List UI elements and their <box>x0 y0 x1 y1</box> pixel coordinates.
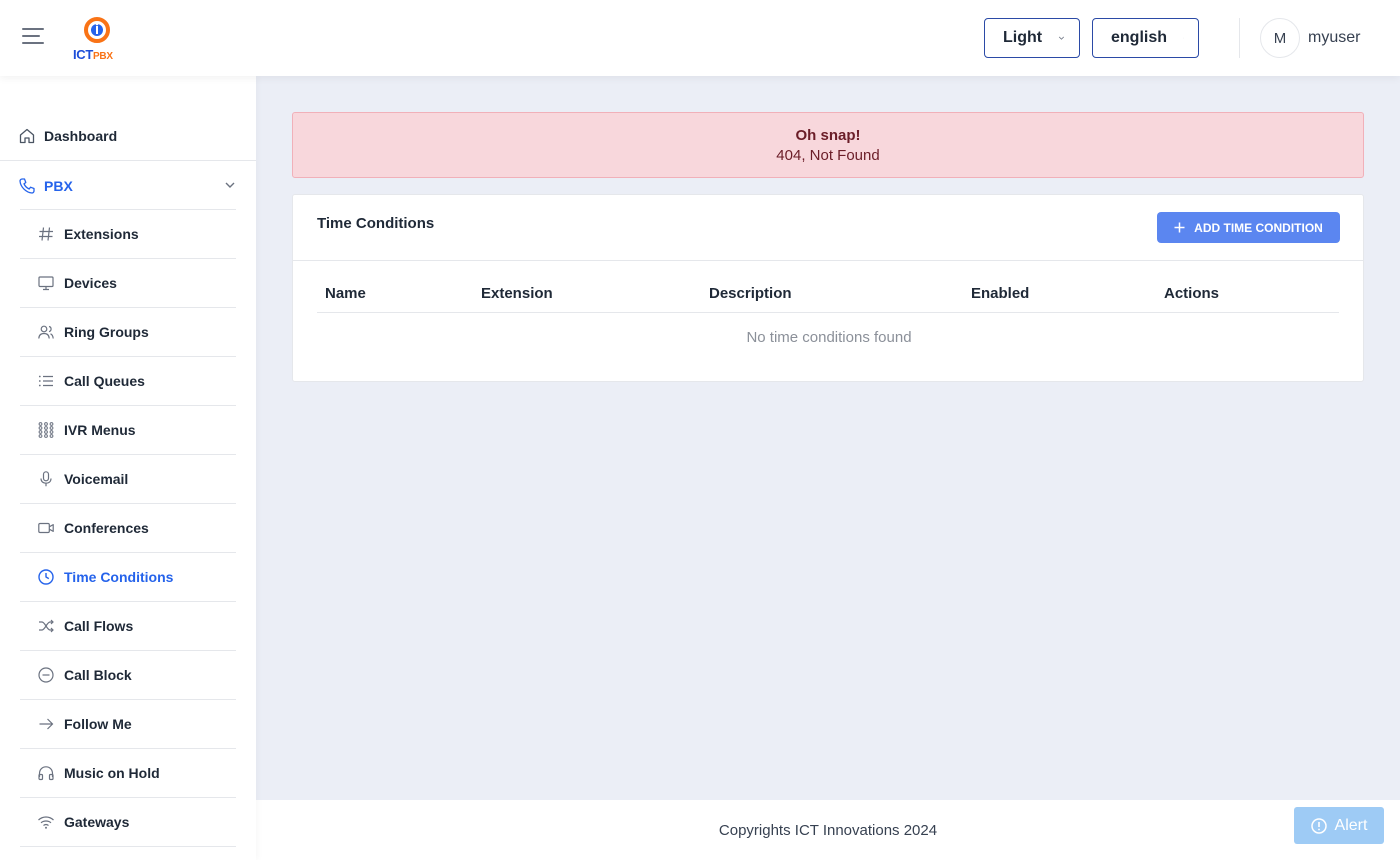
language-select-value: english <box>1111 29 1168 46</box>
sidebar-item-label: Follow Me <box>64 716 132 732</box>
sidebar-item-label: Voicemail <box>64 471 129 487</box>
chevron-down-icon <box>1183 37 1184 39</box>
sidebar-item-ivr-menus[interactable]: IVR Menus <box>20 406 236 455</box>
microphone-icon <box>40 471 52 487</box>
sidebar-item-label: Call Block <box>64 667 132 683</box>
sidebar-item-label: PBX <box>44 177 73 194</box>
table-header: Name Extension Description Enabled Actio… <box>317 275 1339 313</box>
avatar[interactable]: M <box>1260 18 1300 58</box>
top-header: ICTPBX Light english M myuser <box>0 0 1400 76</box>
theme-select-value: Light <box>1003 29 1043 46</box>
theme-select[interactable]: Light <box>984 18 1080 58</box>
add-time-condition-button[interactable]: ADD TIME CONDITION <box>1157 212 1340 243</box>
error-alert: Oh snap! 404, Not Found <box>292 112 1364 178</box>
home-icon <box>19 128 35 144</box>
ict-pbx-logo[interactable]: ICTPBX <box>70 16 126 62</box>
sidebar-item-label: Devices <box>64 275 117 291</box>
arrow-right-icon <box>39 718 54 730</box>
sidebar-item-devices[interactable]: Devices <box>20 259 236 308</box>
logo-text: ICTPBX <box>73 47 113 62</box>
phone-icon <box>19 177 35 194</box>
sidebar-item-label: Conferences <box>64 520 149 536</box>
sidebar-item-label: Call Flows <box>64 618 134 634</box>
minus-circle-icon <box>38 667 54 683</box>
sidebar: Dashboard PBX Extensions Devices Ring Gr… <box>0 76 256 860</box>
shuffle-icon <box>39 619 54 633</box>
sidebar-item-label: Extensions <box>64 226 139 242</box>
sidebar-item-gateways[interactable]: Gateways <box>20 798 236 847</box>
sidebar-item-call-block[interactable]: Call Block <box>20 651 236 700</box>
footer: Copyrights ICT Innovations 2024 <box>256 800 1400 860</box>
sidebar-item-call-queues[interactable]: Call Queues <box>20 357 236 406</box>
alert-circle-icon <box>1310 817 1327 834</box>
chevron-down-icon <box>1058 36 1065 40</box>
column-header-name[interactable]: Name <box>325 285 366 302</box>
language-select[interactable]: english <box>1092 18 1199 58</box>
error-alert-title: Oh snap! <box>795 127 861 144</box>
copyright-text: Copyrights ICT Innovations 2024 <box>718 822 938 839</box>
clock-icon <box>38 569 54 585</box>
add-time-condition-label: ADD TIME CONDITION <box>1194 220 1323 235</box>
pbx-submenu: Extensions Devices Ring Groups Call Queu… <box>20 210 236 847</box>
menu-toggle-icon[interactable] <box>22 28 46 48</box>
header-divider <box>1239 18 1240 58</box>
alert-button[interactable]: Alert <box>1294 807 1384 844</box>
column-header-description[interactable]: Description <box>709 285 792 302</box>
users-icon <box>38 325 54 339</box>
sidebar-item-label: Ring Groups <box>64 324 149 340</box>
sidebar-item-conferences[interactable]: Conferences <box>20 504 236 553</box>
alert-button-label: Alert <box>1334 816 1368 834</box>
plus-icon <box>1174 222 1185 233</box>
card-header: Time Conditions ADD TIME CONDITION <box>293 195 1363 261</box>
sidebar-item-label: Call Queues <box>64 373 145 389</box>
sidebar-item-time-conditions[interactable]: Time Conditions <box>20 553 236 602</box>
card-title: Time Conditions <box>317 215 435 232</box>
video-icon <box>38 522 54 534</box>
sidebar-item-call-flows[interactable]: Call Flows <box>20 602 236 651</box>
sidebar-item-dashboard[interactable]: Dashboard <box>0 112 256 161</box>
empty-state-text: No time conditions found <box>746 329 912 346</box>
sidebar-item-label: Gateways <box>64 814 130 830</box>
sidebar-item-music-on-hold[interactable]: Music on Hold <box>20 749 236 798</box>
monitor-icon <box>38 276 54 291</box>
sidebar-item-label: IVR Menus <box>64 422 136 438</box>
column-header-enabled[interactable]: Enabled <box>971 285 1029 302</box>
sidebar-item-label: Dashboard <box>44 128 118 144</box>
hash-icon <box>39 227 53 241</box>
column-header-extension[interactable]: Extension <box>481 285 553 302</box>
headphones-icon <box>38 766 54 781</box>
sidebar-item-follow-me[interactable]: Follow Me <box>20 700 236 749</box>
wifi-icon <box>38 816 54 829</box>
chevron-down-icon[interactable] <box>224 179 236 191</box>
sidebar-item-voicemail[interactable]: Voicemail <box>20 455 236 504</box>
sidebar-item-label: Music on Hold <box>64 765 160 781</box>
time-conditions-card: Time Conditions ADD TIME CONDITION Name … <box>292 194 1364 382</box>
sidebar-item-ring-groups[interactable]: Ring Groups <box>20 308 236 357</box>
sidebar-item-pbx[interactable]: PBX <box>0 161 256 210</box>
sidebar-item-extensions[interactable]: Extensions <box>20 210 236 259</box>
error-alert-message: 404, Not Found <box>776 147 880 164</box>
list-icon <box>38 375 53 387</box>
sidebar-item-label: Time Conditions <box>64 569 174 585</box>
column-header-actions: Actions <box>1164 285 1220 302</box>
username[interactable]: myuser <box>1308 29 1360 47</box>
grid-dots-icon <box>38 422 54 438</box>
